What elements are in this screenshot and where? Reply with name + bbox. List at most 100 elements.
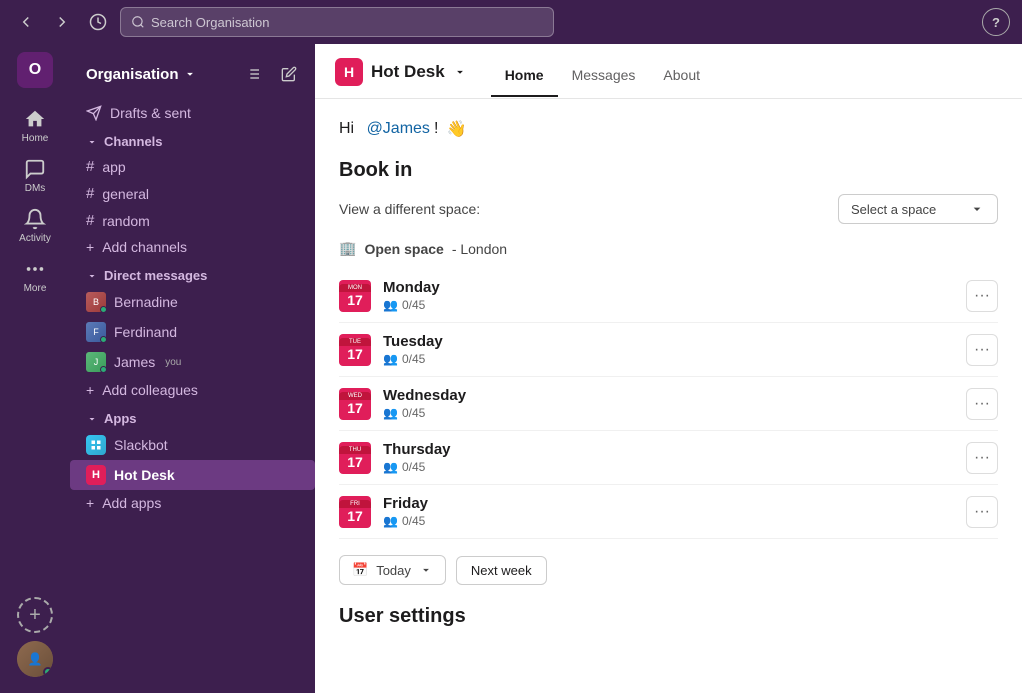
dms-section-header[interactable]: Direct messages <box>70 260 315 287</box>
status-dot <box>43 667 53 677</box>
people-icon: 👥 <box>383 298 398 312</box>
sidebar-item-channel-app[interactable]: # app <box>70 153 315 180</box>
tab-home[interactable]: Home <box>491 59 558 97</box>
home-label: Home <box>22 133 49 144</box>
filter-icon <box>245 66 261 82</box>
topbar: ? <box>0 0 1022 44</box>
search-bar[interactable] <box>120 7 554 37</box>
sidebar-item-activity[interactable]: Activity <box>5 202 65 250</box>
sidebar-item-dm-ferdinand[interactable]: F Ferdinand <box>70 317 315 347</box>
compose-button[interactable] <box>275 60 303 88</box>
add-apps-button[interactable]: + Add apps <box>70 490 315 516</box>
sidebar-item-home[interactable]: Home <box>5 102 65 150</box>
dms-icon <box>24 158 46 180</box>
monday-more-button[interactable]: ··· <box>966 280 998 312</box>
tab-about[interactable]: About <box>649 59 714 97</box>
building-icon: 🏢 <box>339 240 356 257</box>
hotdesk-logo: H <box>335 58 363 86</box>
apps-section-header[interactable]: Apps <box>70 403 315 430</box>
sidebar-item-dm-james[interactable]: J James you <box>70 347 315 377</box>
hash-icon: # <box>86 185 94 202</box>
user-avatar[interactable]: 👤 <box>17 641 53 677</box>
content-header: H Hot Desk Home Messages About <box>315 44 1022 99</box>
you-badge: you <box>165 357 181 368</box>
tuesday-more-button[interactable]: ··· <box>966 334 998 366</box>
more-label: More <box>24 283 47 294</box>
collapse-apps-icon <box>86 413 98 425</box>
today-chevron-icon <box>419 563 433 577</box>
sidebar-item-channel-general[interactable]: # general <box>70 180 315 207</box>
sidebar-item-dms[interactable]: DMs <box>5 152 65 200</box>
next-week-button[interactable]: Next week <box>456 556 547 585</box>
app-chevron-icon <box>453 65 467 79</box>
today-dropdown[interactable]: 📅 Today <box>339 555 446 585</box>
content-body: Hi @James! 👋 Book in View a different sp… <box>315 99 1022 693</box>
week-navigation: 📅 Today Next week <box>339 555 998 585</box>
tab-messages[interactable]: Messages <box>558 59 650 97</box>
dms-label: DMs <box>25 183 46 194</box>
forward-button[interactable] <box>48 8 76 36</box>
add-workspace-button[interactable]: + <box>17 597 53 633</box>
add-channel-button[interactable]: + Add channels <box>70 234 315 260</box>
sidebar: Organisation Drafts & sent <box>70 44 315 693</box>
org-name-button[interactable]: Organisation <box>86 66 197 83</box>
channels-section-header[interactable]: Channels <box>70 126 315 153</box>
book-in-title: Book in <box>339 159 998 182</box>
search-input[interactable] <box>151 15 543 30</box>
content-area: H Hot Desk Home Messages About Hi @James… <box>315 44 1022 693</box>
sidebar-item-channel-random[interactable]: # random <box>70 207 315 234</box>
select-space-dropdown[interactable]: Select a space <box>838 194 998 224</box>
day-row-monday: MON 17 Monday 👥 0/45 ··· <box>339 269 998 323</box>
thursday-calendar-icon: THU 17 <box>339 442 371 474</box>
day-row-friday: FRI 17 Friday 👥 0/45 ··· <box>339 485 998 539</box>
collapse-dm-icon <box>86 270 98 282</box>
select-chevron-icon <box>969 201 985 217</box>
activity-icon <box>24 208 46 230</box>
james-avatar: J <box>86 352 106 372</box>
sidebar-item-more[interactable]: More <box>5 252 65 300</box>
sidebar-item-drafts[interactable]: Drafts & sent <box>70 100 315 126</box>
drafts-icon <box>86 105 102 121</box>
filter-button[interactable] <box>239 60 267 88</box>
sidebar-item-hotdesk[interactable]: H Hot Desk <box>70 460 315 490</box>
wednesday-calendar-icon: WED 17 <box>339 388 371 420</box>
mention[interactable]: @James <box>367 120 430 138</box>
location-row: 🏢 Open space - London <box>339 240 998 257</box>
user-settings-title: User settings <box>339 605 998 628</box>
day-row-tuesday: TUE 17 Tuesday 👥 0/45 ··· <box>339 323 998 377</box>
tuesday-calendar-icon: TUE 17 <box>339 334 371 366</box>
slackbot-icon <box>86 435 106 455</box>
people-icon: 👥 <box>383 406 398 420</box>
more-icon <box>24 258 46 280</box>
people-icon: 👥 <box>383 514 398 528</box>
home-icon <box>24 108 46 130</box>
sidebar-header: Organisation <box>70 44 315 100</box>
icon-bar: O Home DMs Activity More <box>0 44 70 693</box>
thursday-more-button[interactable]: ··· <box>966 442 998 474</box>
search-icon <box>131 15 145 29</box>
greeting: Hi @James! 👋 <box>339 119 998 139</box>
friday-more-button[interactable]: ··· <box>966 496 998 528</box>
calendar-icon: 📅 <box>352 562 368 578</box>
wednesday-more-button[interactable]: ··· <box>966 388 998 420</box>
plus-icon: + <box>86 382 94 398</box>
org-avatar[interactable]: O <box>17 52 53 88</box>
content-tabs: Home Messages About <box>491 59 714 97</box>
people-icon: 👥 <box>383 460 398 474</box>
view-space-label: View a different space: <box>339 201 480 217</box>
day-row-wednesday: WED 17 Wednesday 👥 0/45 ··· <box>339 377 998 431</box>
history-button[interactable] <box>84 8 112 36</box>
hash-icon: # <box>86 158 94 175</box>
bernadine-avatar: B <box>86 292 106 312</box>
ferdinand-avatar: F <box>86 322 106 342</box>
app-title[interactable]: H Hot Desk <box>335 58 467 98</box>
sidebar-item-slackbot[interactable]: Slackbot <box>70 430 315 460</box>
add-colleagues-button[interactable]: + Add colleagues <box>70 377 315 403</box>
hotdesk-icon-sm: H <box>86 465 106 485</box>
sidebar-item-dm-bernadine[interactable]: B Bernadine <box>70 287 315 317</box>
people-icon: 👥 <box>383 352 398 366</box>
monday-calendar-icon: MON 17 <box>339 280 371 312</box>
online-status <box>100 366 107 373</box>
help-button[interactable]: ? <box>982 8 1010 36</box>
back-button[interactable] <box>12 8 40 36</box>
